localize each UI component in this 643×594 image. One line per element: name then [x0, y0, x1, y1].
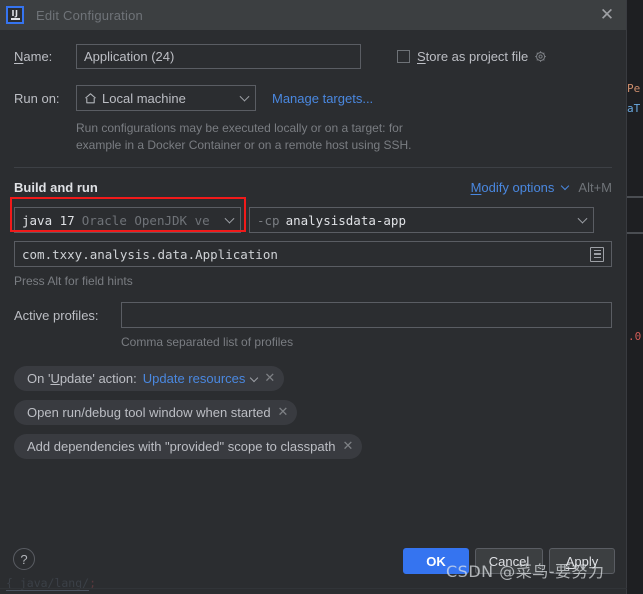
- run-on-hint-line-2: example in a Docker Container or on a re…: [76, 138, 412, 152]
- dialog-titlebar: IJ Edit Configuration ✕: [0, 0, 626, 30]
- store-label-rest: tore as project file: [425, 49, 529, 64]
- background-code-fragment-3: .0: [628, 330, 642, 343]
- name-label: Name:: [14, 49, 76, 64]
- active-profiles-row: Active profiles:: [14, 302, 612, 328]
- modify-options-rest: odify options: [481, 180, 555, 195]
- build-and-run-header: Build and run Modify options Alt+M: [14, 180, 612, 195]
- background-editor: Pe aT .0: [627, 0, 643, 594]
- main-class-value: com.txxy.analysis.data.Application: [22, 246, 278, 262]
- chevron-down-icon: [239, 91, 250, 102]
- name-label-mnemonic: N: [14, 49, 24, 64]
- chip-remove-icon[interactable]: ✕: [278, 406, 289, 419]
- chip-on-update-mnemonic: U: [50, 371, 60, 386]
- background-code-fragment-1: Pe: [627, 82, 641, 95]
- active-profiles-hint: Comma separated list of profiles: [121, 335, 294, 349]
- classpath-prefix-label: -cp: [257, 212, 280, 228]
- home-icon: [84, 92, 97, 105]
- name-row: Name: Application (24) Store as project …: [14, 44, 612, 69]
- main-class-input[interactable]: com.txxy.analysis.data.Application: [14, 241, 612, 267]
- run-on-label: Run on:: [14, 90, 60, 106]
- option-chip-list: On 'Update' action: Update resources ✕ O…: [14, 366, 612, 468]
- build-and-run-title: Build and run: [14, 180, 98, 195]
- cancel-button[interactable]: Cancel: [475, 548, 543, 574]
- dialog-footer: ? OK Cancel Apply: [0, 538, 627, 594]
- edit-configuration-dialog: IJ Edit Configuration ✕ Name: Applicatio…: [0, 0, 627, 594]
- intellij-idea-icon: IJ: [6, 6, 24, 24]
- modify-options-shortcut: Alt+M: [578, 180, 612, 195]
- chip-remove-icon[interactable]: ✕: [264, 372, 275, 385]
- screenshot-root: Pe aT .0 IJ Edit Configuration ✕ Name: A…: [0, 0, 643, 594]
- apply-mnemonic: A: [565, 553, 575, 569]
- classpath-module-value: analysisdata-app: [285, 212, 406, 228]
- run-on-hint: Run configurations may be executed local…: [76, 120, 612, 154]
- chip-on-update-label: On 'Update' action:: [27, 371, 137, 386]
- scrollbar-marker[interactable]: [627, 232, 643, 234]
- gear-icon[interactable]: [534, 50, 548, 64]
- active-profiles-label: Active profiles:: [14, 307, 99, 323]
- chip-add-provided-label: Add dependencies with "provided" scope t…: [27, 439, 336, 454]
- help-button[interactable]: ?: [13, 548, 35, 570]
- classpath-module-dropdown[interactable]: -cp analysisdata-app: [249, 207, 594, 233]
- chip-open-run-debug-tool-window[interactable]: Open run/debug tool window when started …: [14, 400, 298, 425]
- modify-options-link[interactable]: Modify options: [471, 180, 555, 195]
- run-on-row: Run on: Local machine Manage targets...: [14, 85, 612, 111]
- chip-remove-icon[interactable]: ✕: [342, 440, 353, 453]
- chevron-down-icon: [577, 213, 588, 224]
- run-on-hint-line-1: Run configurations may be executed local…: [76, 121, 403, 135]
- name-input-value: Application (24): [84, 49, 175, 64]
- document-list-icon[interactable]: [590, 246, 604, 262]
- chip-open-run-debug-label: Open run/debug tool window when started: [27, 405, 271, 420]
- scrollbar-marker[interactable]: [627, 196, 643, 198]
- run-on-target-value: Local machine: [102, 90, 186, 106]
- name-label-rest: ame:: [23, 49, 53, 64]
- store-as-project-file-row[interactable]: Store as project file: [397, 49, 548, 64]
- name-input[interactable]: Application (24): [76, 44, 361, 69]
- section-divider: [14, 167, 612, 168]
- jdk-classpath-row: java 17 Oracle OpenJDK ve -cp analysisda…: [14, 207, 612, 233]
- manage-targets-link[interactable]: Manage targets...: [272, 91, 373, 106]
- dialog-body: Name: Application (24) Store as project …: [0, 44, 626, 468]
- chip-add-provided-dependencies[interactable]: Add dependencies with "provided" scope t…: [14, 434, 363, 459]
- store-as-project-file-label: Store as project file: [417, 49, 528, 64]
- footer-buttons: OK Cancel Apply: [403, 548, 615, 574]
- close-icon[interactable]: ✕: [598, 6, 616, 24]
- store-label-mnemonic: S: [417, 49, 426, 64]
- background-code-fragment-2: aT: [627, 102, 641, 115]
- active-profiles-input[interactable]: [121, 302, 612, 328]
- jdk-version-label: java 17: [22, 212, 75, 228]
- chip-on-update-action[interactable]: On 'Update' action: Update resources ✕: [14, 366, 285, 391]
- apply-rest: pply: [574, 553, 599, 569]
- run-on-target-dropdown[interactable]: Local machine: [76, 85, 256, 111]
- modify-options-group: Modify options Alt+M: [471, 180, 612, 195]
- ok-button[interactable]: OK: [403, 548, 469, 574]
- jdk-vendor-label: Oracle OpenJDK ve: [81, 212, 210, 228]
- modify-options-mnemonic: M: [470, 180, 482, 195]
- chevron-down-icon: [224, 213, 235, 224]
- dialog-title: Edit Configuration: [36, 7, 143, 23]
- field-hint: Press Alt for field hints: [14, 274, 133, 288]
- chevron-down-icon[interactable]: [561, 181, 570, 191]
- chip-on-update-value[interactable]: Update resources: [143, 371, 246, 386]
- chevron-down-icon[interactable]: [250, 373, 259, 382]
- jdk-dropdown[interactable]: java 17 Oracle OpenJDK ve: [14, 207, 241, 233]
- apply-button[interactable]: Apply: [549, 548, 615, 574]
- background-peek-divider: [0, 588, 627, 589]
- store-as-project-file-checkbox[interactable]: [397, 50, 410, 63]
